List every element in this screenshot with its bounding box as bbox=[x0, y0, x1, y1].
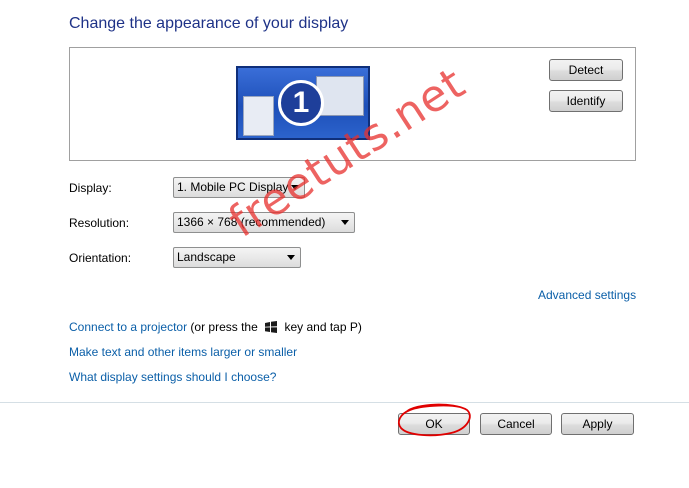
windows-key-icon bbox=[265, 321, 278, 333]
apply-button[interactable]: Apply bbox=[561, 413, 634, 435]
orientation-select-value: Landscape bbox=[177, 250, 236, 264]
annotation-circle-icon bbox=[397, 403, 471, 437]
monitor-window-left bbox=[243, 96, 274, 136]
make-text-larger-link[interactable]: Make text and other items larger or smal… bbox=[69, 345, 297, 359]
what-settings-link[interactable]: What display settings should I choose? bbox=[69, 370, 276, 384]
projector-row: Connect to a projector (or press the key… bbox=[69, 320, 362, 334]
orientation-label: Orientation: bbox=[69, 251, 132, 265]
orientation-select[interactable]: Landscape bbox=[173, 247, 301, 268]
resolution-label: Resolution: bbox=[69, 216, 130, 230]
projector-hint-post: key and tap P) bbox=[284, 320, 362, 334]
advanced-settings-link[interactable]: Advanced settings bbox=[538, 288, 636, 302]
monitor-number: 1 bbox=[278, 80, 324, 126]
detect-button[interactable]: Detect bbox=[549, 59, 623, 81]
display-label: Display: bbox=[69, 181, 112, 195]
chevron-down-icon bbox=[341, 220, 349, 225]
identify-button[interactable]: Identify bbox=[549, 90, 623, 112]
cancel-button[interactable]: Cancel bbox=[480, 413, 552, 435]
chevron-down-icon bbox=[287, 255, 295, 260]
projector-hint-pre: (or press the bbox=[190, 320, 258, 334]
connect-projector-link[interactable]: Connect to a projector bbox=[69, 320, 187, 334]
page-title: Change the appearance of your display bbox=[69, 15, 349, 32]
footer-divider bbox=[0, 402, 689, 403]
